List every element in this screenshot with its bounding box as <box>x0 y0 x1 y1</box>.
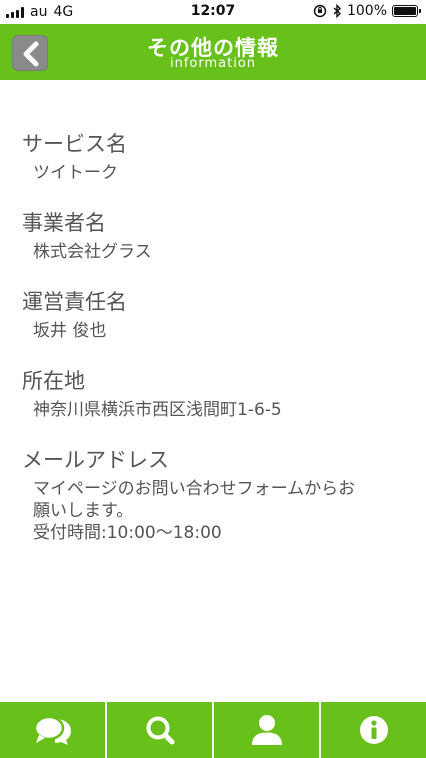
chat-bubbles-icon <box>33 715 71 745</box>
info-icon <box>359 716 388 744</box>
section-service-name: サービス名 ツイトーク <box>22 130 412 184</box>
section-title: 運営責任名 <box>22 290 127 314</box>
bluetooth-icon <box>333 4 341 18</box>
section-company-name: 事業者名 株式会社グラス <box>22 209 412 263</box>
section-value: マイページのお問い合わせフォームからお 願いします。 受付時間:10:00〜18… <box>22 478 412 544</box>
section-title: サービス名 <box>22 132 127 156</box>
section-value: 神奈川県横浜市西区浅間町1-6-5 <box>33 400 282 420</box>
section-value-line: 願いします。 <box>33 501 134 521</box>
info-content: サービス名 ツイトーク 事業者名 株式会社グラス 運営責任名 坂井 俊也 所在地… <box>0 80 426 700</box>
section-manager-name: 運営責任名 坂井 俊也 <box>22 288 412 342</box>
section-value: 坂井 俊也 <box>33 321 107 341</box>
section-address: 所在地 神奈川県横浜市西区浅間町1-6-5 <box>22 367 412 421</box>
header: その他の情報 information <box>0 24 426 80</box>
section-value-line: 受付時間:10:00〜18:00 <box>33 523 222 543</box>
status-right: 100% <box>313 3 421 19</box>
tab-profile[interactable] <box>214 702 321 758</box>
page-subtitle: information <box>169 56 257 71</box>
section-title: 所在地 <box>22 369 85 393</box>
section-title: 事業者名 <box>22 211 106 235</box>
section-value: ツイトーク <box>33 163 118 183</box>
battery-icon <box>392 5 421 17</box>
status-bar: au 4G 12:07 100% <box>0 0 426 24</box>
orientation-lock-icon <box>313 4 327 18</box>
section-title: メールアドレス <box>22 448 169 472</box>
section-value: 株式会社グラス <box>33 242 152 262</box>
search-icon <box>146 716 174 745</box>
tab-bar <box>0 702 426 758</box>
tab-chat[interactable] <box>0 702 107 758</box>
battery-label: 100% <box>346 3 387 19</box>
user-icon <box>251 715 282 745</box>
section-email: メールアドレス マイページのお問い合わせフォームからお 願いします。 受付時間:… <box>22 446 412 544</box>
section-value-line: マイページのお問い合わせフォームからお <box>33 479 356 499</box>
tab-search[interactable] <box>107 702 214 758</box>
tab-info[interactable] <box>321 702 426 758</box>
